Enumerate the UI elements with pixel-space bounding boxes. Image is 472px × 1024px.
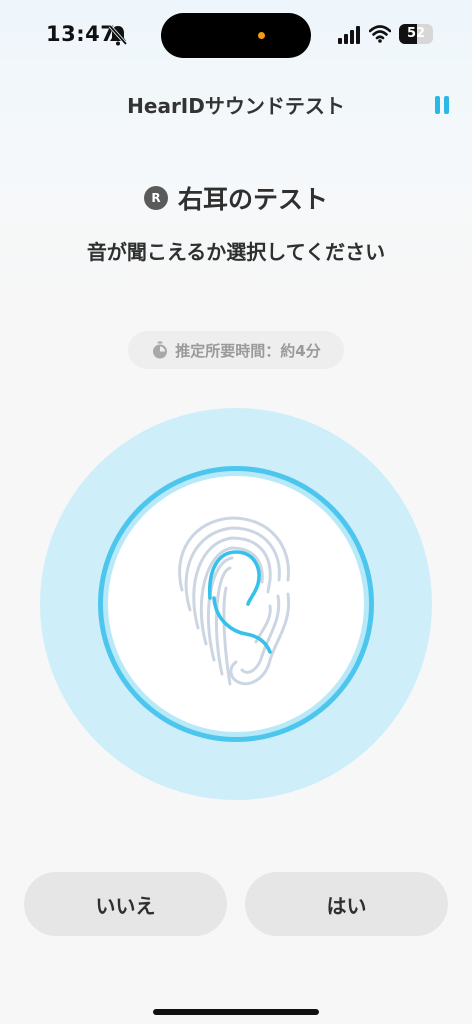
home-indicator[interactable] — [153, 1009, 319, 1015]
pause-button[interactable] — [433, 94, 451, 116]
battery-level: 52 — [406, 26, 426, 41]
dynamic-island — [161, 13, 311, 58]
wifi-icon — [369, 25, 391, 43]
status-time: 13:47 — [46, 22, 116, 46]
no-button[interactable]: いいえ — [24, 872, 227, 936]
battery-icon: 52 — [399, 24, 433, 44]
ear-test-title: 右耳のテスト — [177, 185, 328, 214]
status-bar: 13:47 52 — [0, 0, 472, 70]
instruction-text: 音が聞こえるか選択してください — [86, 240, 386, 264]
estimated-time-pill: 推定所要時間：約4分 — [128, 331, 344, 369]
estimated-time-text: 推定所要時間：約4分 — [175, 341, 321, 360]
ear-side-badge: R — [143, 186, 168, 210]
page-title: HearIDサウンドテスト — [127, 94, 345, 118]
fingerprint-ear-icon — [178, 516, 291, 686]
timer-icon — [153, 341, 168, 359]
yes-button[interactable]: はい — [245, 872, 448, 936]
bell-slash-icon — [108, 24, 128, 46]
ear-test-heading: R 右耳のテスト — [0, 180, 472, 216]
island-indicator-dot — [258, 32, 265, 39]
cellular-signal-icon — [338, 26, 360, 44]
